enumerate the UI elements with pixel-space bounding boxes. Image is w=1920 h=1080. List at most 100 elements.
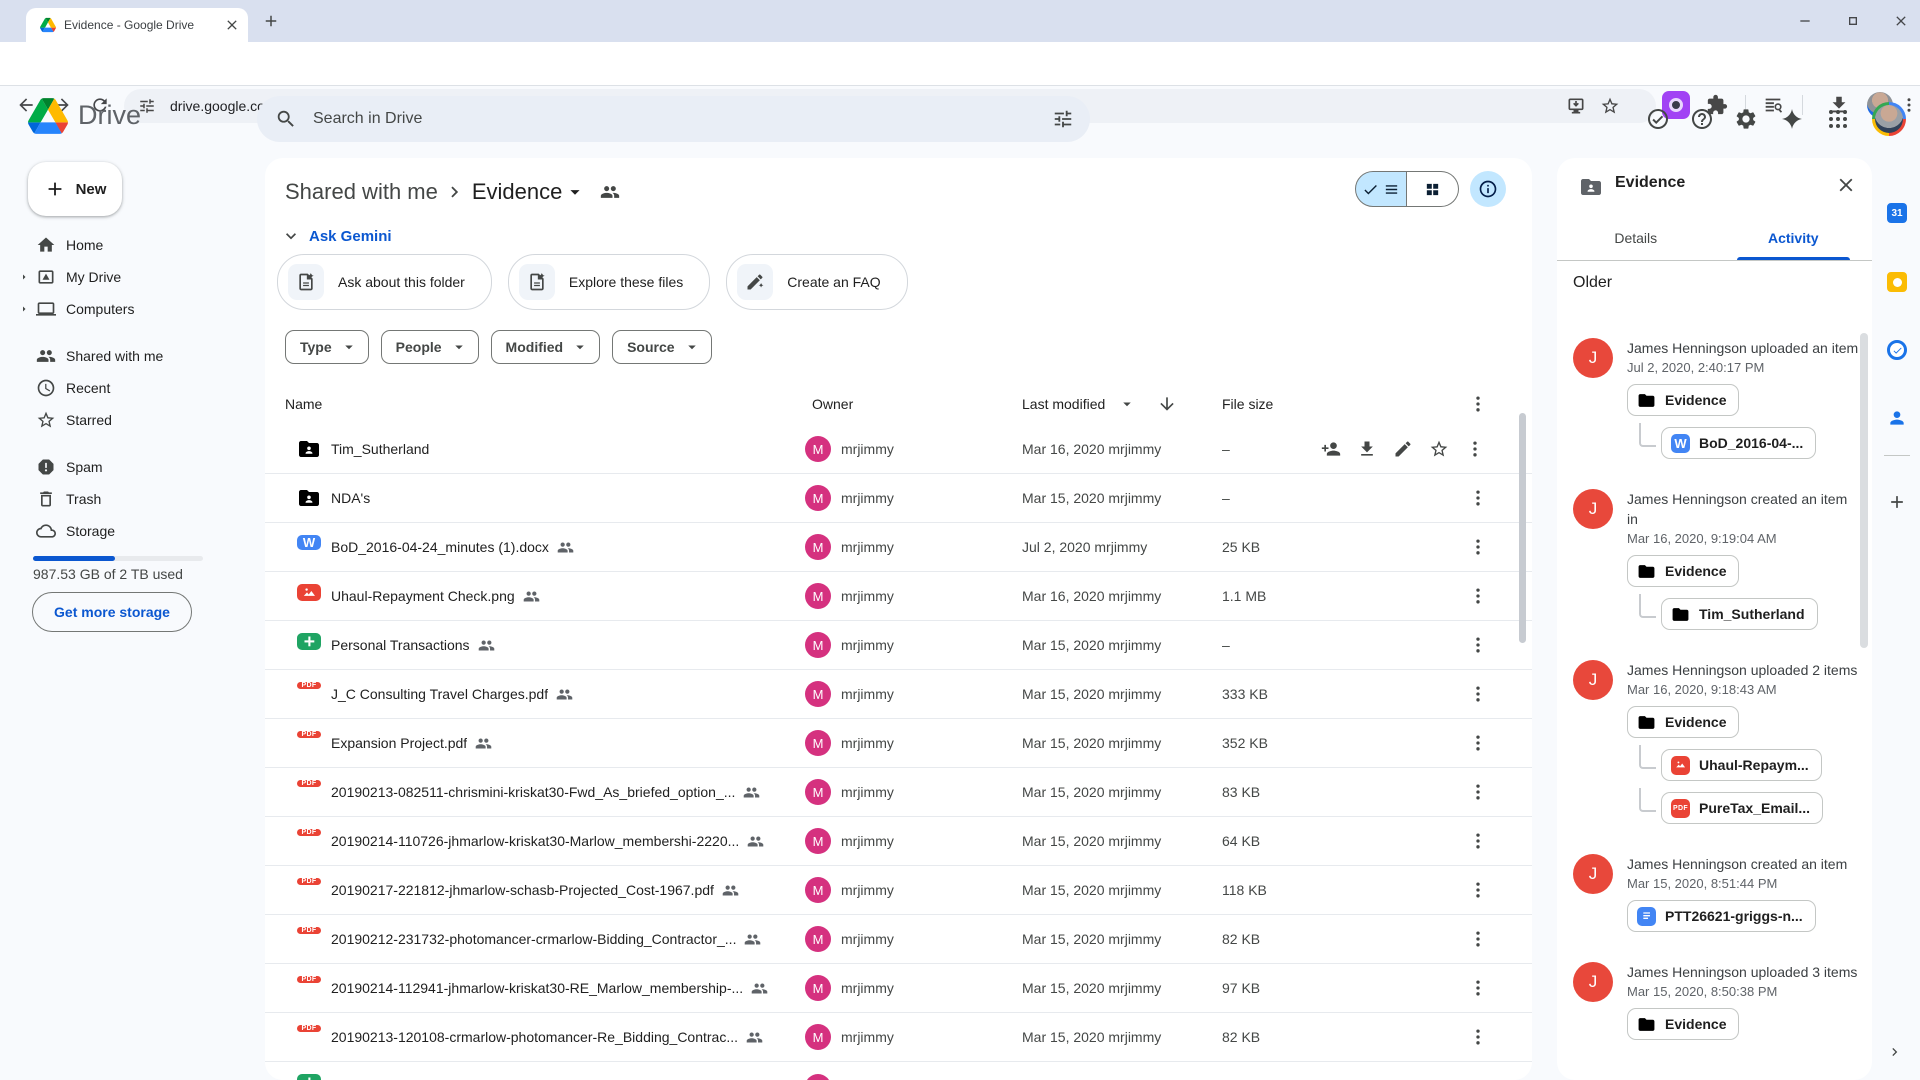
filter-chip-source[interactable]: Source — [612, 330, 711, 364]
install-app-icon[interactable] — [1566, 96, 1586, 116]
activity-chip[interactable]: Evidence — [1627, 384, 1739, 416]
column-header-modified[interactable]: Last modified — [1022, 383, 1105, 425]
collapse-side-panel-icon[interactable] — [1887, 1044, 1903, 1060]
sidebar-item-starred[interactable]: Starred — [10, 404, 248, 436]
column-header-owner[interactable]: Owner — [812, 383, 853, 425]
window-minimize-button[interactable] — [1797, 13, 1813, 29]
file-row[interactable]: Personal Transactions M mrjimmy Mar 15, … — [265, 621, 1532, 670]
sidebar-item-trash[interactable]: Trash — [10, 483, 248, 515]
breadcrumb-parent[interactable]: Shared with me — [285, 179, 438, 205]
activity-chip[interactable]: PTT26621-griggs-n... — [1627, 900, 1816, 932]
sidebar-item-storage[interactable]: Storage — [10, 515, 248, 547]
row-more-icon[interactable] — [1468, 1027, 1488, 1047]
bookmark-star-icon[interactable] — [1600, 96, 1620, 116]
search-icon[interactable] — [275, 108, 297, 130]
breadcrumb-current[interactable]: Evidence — [472, 179, 587, 205]
activity-chip[interactable]: W BoD_2016-04-... — [1661, 427, 1816, 459]
new-button[interactable]: New — [28, 162, 122, 216]
sidebar-item-computers[interactable]: Computers — [10, 293, 248, 325]
filter-chip-people[interactable]: People — [381, 330, 479, 364]
browser-tab[interactable]: Evidence - Google Drive — [26, 8, 248, 42]
account-avatar[interactable] — [1872, 102, 1906, 136]
suggestion-explore-these-files[interactable]: Explore these files — [508, 254, 710, 310]
file-row[interactable]: PDF Expansion Project.pdf M mrjimmy Mar … — [265, 719, 1532, 768]
filter-chip-type[interactable]: Type — [285, 330, 369, 364]
download-icon[interactable] — [1357, 439, 1377, 459]
expand-arrow-icon[interactable] — [18, 303, 30, 315]
tasks-icon[interactable] — [1887, 340, 1907, 360]
row-more-icon[interactable] — [1468, 733, 1488, 753]
row-more-icon[interactable] — [1468, 831, 1488, 851]
panel-close-icon[interactable] — [1835, 174, 1857, 196]
file-row[interactable]: PDF J_C Consulting Travel Charges.pdf M … — [265, 670, 1532, 719]
activity-chip[interactable]: Evidence — [1627, 555, 1739, 587]
filter-chip-modified[interactable]: Modified — [491, 330, 601, 364]
star-icon[interactable] — [1429, 439, 1449, 459]
search-input[interactable]: Search in Drive — [257, 96, 1090, 142]
suggestion-ask-about-this-folder[interactable]: Ask about this folder — [277, 254, 492, 310]
modified-dropdown-icon[interactable] — [1118, 395, 1136, 413]
file-row[interactable]: PDF 20190213-120108-crmarlow-photomancer… — [265, 1013, 1532, 1062]
rename-pencil-icon[interactable] — [1393, 439, 1413, 459]
file-row[interactable]: NDA's M mrjimmy Mar 15, 2020 mrjimmy – — [265, 474, 1532, 523]
activity-chip[interactable]: Evidence — [1627, 1008, 1739, 1040]
expand-arrow-icon[interactable] — [18, 271, 30, 283]
list-view-button[interactable] — [1355, 171, 1407, 207]
row-more-icon[interactable] — [1468, 782, 1488, 802]
panel-scrollbar[interactable] — [1860, 333, 1868, 648]
tab-close-icon[interactable] — [224, 17, 240, 33]
activity-chip[interactable]: Uhaul-Repaym... — [1661, 749, 1822, 781]
window-close-button[interactable] — [1893, 13, 1909, 29]
file-row[interactable]: PDF 20190214-110726-jhmarlow-kriskat30-M… — [265, 817, 1532, 866]
file-row[interactable]: PDF 20190212-231732-photomancer-crmarlow… — [265, 915, 1532, 964]
activity-chip[interactable]: Evidence — [1627, 706, 1739, 738]
sidebar-item-spam[interactable]: Spam — [10, 451, 248, 483]
folder-menu-arrow-icon[interactable] — [564, 181, 586, 203]
offline-status-icon[interactable] — [1646, 107, 1670, 131]
file-row[interactable]: PDF 20190217-221812-jhmarlow-schasb-Proj… — [265, 866, 1532, 915]
drive-logo[interactable] — [28, 98, 68, 134]
window-maximize-button[interactable] — [1845, 13, 1861, 29]
row-more-icon[interactable] — [1468, 488, 1488, 508]
grid-view-button[interactable] — [1407, 171, 1459, 207]
shared-members-icon[interactable] — [600, 182, 620, 202]
sort-direction-icon[interactable] — [1157, 394, 1177, 414]
panel-tab-details[interactable]: Details — [1557, 216, 1715, 260]
column-header-name[interactable]: Name — [285, 383, 322, 425]
row-more-icon[interactable] — [1468, 537, 1488, 557]
get-more-storage-button[interactable]: Get more storage — [32, 592, 192, 632]
sidebar-item-home[interactable]: Home — [10, 229, 248, 261]
details-info-button[interactable] — [1470, 171, 1506, 207]
share-person-add-icon[interactable] — [1321, 439, 1341, 459]
calendar-icon[interactable]: 31 — [1887, 203, 1907, 223]
file-row[interactable]: PDF 20190213-082511-chrismini-kriskat30-… — [265, 768, 1532, 817]
settings-gear-icon[interactable] — [1734, 107, 1758, 131]
gemini-sparkle-icon[interactable] — [1780, 107, 1804, 131]
sidebar-item-recent[interactable]: Recent — [10, 372, 248, 404]
table-more-icon[interactable] — [1468, 394, 1488, 414]
file-row[interactable]: Tim_Sutherland M mrjimmy Mar 16, 2020 mr… — [265, 425, 1532, 474]
file-row[interactable]: W BoD_2016-04-24_minutes (1).docx M mrji… — [265, 523, 1532, 572]
help-icon[interactable] — [1690, 107, 1714, 131]
activity-chip[interactable]: PDF PureTax_Email... — [1661, 792, 1823, 824]
row-more-icon[interactable] — [1468, 586, 1488, 606]
ask-gemini-toggle[interactable]: Ask Gemini — [281, 222, 392, 250]
row-more-icon[interactable] — [1465, 439, 1485, 459]
google-apps-icon[interactable] — [1826, 107, 1850, 131]
file-list-scrollbar[interactable] — [1519, 413, 1526, 643]
row-more-icon[interactable] — [1468, 929, 1488, 949]
search-options-icon[interactable] — [1052, 108, 1074, 130]
panel-tab-activity[interactable]: Activity — [1715, 216, 1873, 260]
contacts-icon[interactable] — [1887, 408, 1907, 428]
row-more-icon[interactable] — [1468, 880, 1488, 900]
file-row-partial[interactable]: M — [265, 1062, 1532, 1080]
add-side-app-icon[interactable] — [1887, 492, 1907, 512]
row-more-icon[interactable] — [1468, 684, 1488, 704]
column-header-size[interactable]: File size — [1222, 383, 1273, 425]
file-row[interactable]: PDF 20190214-112941-jhmarlow-kriskat30-R… — [265, 964, 1532, 1013]
new-tab-button[interactable] — [262, 12, 280, 30]
row-more-icon[interactable] — [1468, 635, 1488, 655]
activity-chip[interactable]: Tim_Sutherland — [1661, 598, 1818, 630]
row-more-icon[interactable] — [1468, 978, 1488, 998]
keep-icon[interactable] — [1887, 272, 1907, 292]
